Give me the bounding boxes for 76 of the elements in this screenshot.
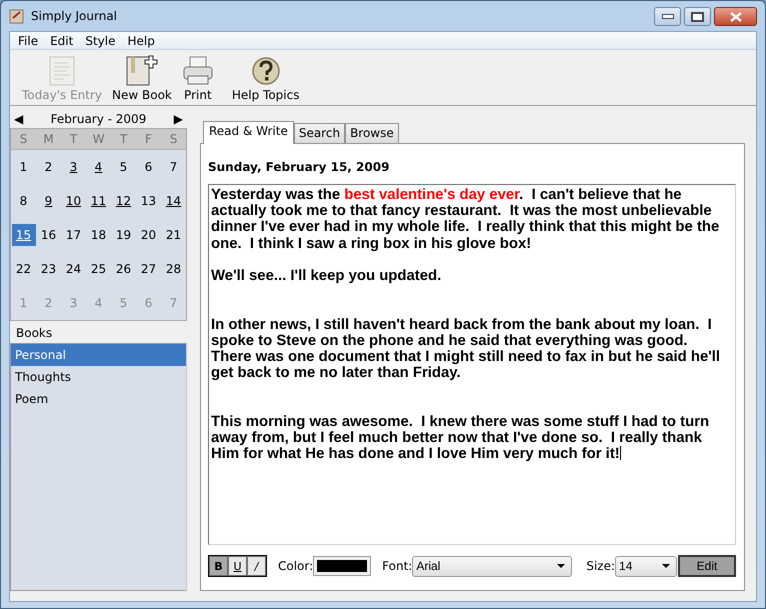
weekday-label: F	[145, 132, 152, 146]
calendar-day[interactable]: 17	[62, 224, 86, 246]
weekday-label: T	[120, 132, 128, 146]
tab[interactable]: Read & Write	[203, 121, 294, 144]
weekday-label: T	[70, 132, 78, 146]
entry-date: Sunday, February 15, 2009	[208, 160, 390, 174]
calendar-day[interactable]: 8	[12, 190, 36, 212]
month-title: February - 2009	[50, 112, 146, 126]
maximize-button[interactable]	[684, 7, 711, 26]
calendar-day[interactable]: 22	[12, 258, 36, 280]
text-cursor	[620, 446, 621, 460]
page-icon	[49, 56, 75, 86]
printer-icon	[182, 56, 214, 86]
notebook-icon	[9, 8, 25, 24]
book-item[interactable]: Poem	[11, 388, 186, 410]
weekday-label: M	[43, 132, 54, 146]
calendar-day[interactable]: 9	[36, 190, 60, 212]
book-item[interactable]: Thoughts	[11, 366, 186, 388]
calendar-day[interactable]: 16	[36, 224, 60, 246]
menu-item[interactable]: Help	[121, 34, 161, 48]
menu-item[interactable]: File	[12, 34, 44, 48]
calendar-day[interactable]: 18	[86, 224, 110, 246]
menu-item[interactable]: Style	[79, 34, 122, 48]
calendar-day[interactable]: 25	[86, 258, 110, 280]
weekday-label: S	[20, 132, 28, 146]
calendar-day[interactable]: 27	[136, 258, 160, 280]
calendar-day[interactable]: 13	[136, 190, 160, 212]
previous-month-button[interactable]: ◀	[14, 112, 24, 126]
calendar-day[interactable]: 10	[62, 190, 86, 212]
edit-button[interactable]: Edit	[678, 555, 736, 577]
color-label: Color:	[278, 559, 314, 573]
book-item[interactable]: Personal	[11, 344, 186, 366]
color-picker[interactable]	[313, 556, 372, 576]
calendar-day[interactable]: 3	[62, 156, 86, 178]
toolbar-button[interactable]: Help Topics	[228, 56, 304, 102]
entry-editor[interactable]	[208, 184, 736, 545]
calendar-day[interactable]: 7	[162, 156, 186, 178]
style-toggle[interactable]: B	[209, 556, 228, 576]
next-month-button[interactable]: ▶	[174, 112, 183, 126]
help-icon	[250, 56, 281, 86]
calendar-day[interactable]: 28	[162, 258, 186, 280]
calendar-day[interactable]: 2	[36, 156, 60, 178]
style-toggle[interactable]: /	[247, 556, 266, 576]
calendar-day[interactable]: 5	[112, 156, 136, 178]
calendar-day[interactable]: 6	[136, 156, 160, 178]
window-title: Simply Journal	[31, 9, 118, 23]
weekday-label: S	[170, 132, 178, 146]
calendar-day[interactable]: 11	[86, 190, 110, 212]
calendar-day[interactable]: 19	[112, 224, 136, 246]
minimize-button[interactable]	[654, 7, 681, 26]
calendar-day[interactable]: 24	[62, 258, 86, 280]
style-toggle[interactable]: U	[228, 556, 247, 576]
tab[interactable]: Search	[294, 123, 346, 143]
calendar-day[interactable]: 15	[12, 224, 36, 246]
close-icon	[728, 12, 742, 22]
size-label: Size:	[586, 559, 616, 573]
toolbar-button[interactable]: Print	[178, 56, 218, 102]
toolbar-button[interactable]: New Book	[108, 54, 176, 102]
tab[interactable]: Browse	[345, 123, 399, 143]
menu-item[interactable]: Edit	[44, 34, 80, 48]
calendar-day[interactable]: 4	[86, 156, 110, 178]
book-plus-icon	[124, 54, 159, 86]
close-button[interactable]	[714, 7, 757, 26]
weekday-label: W	[92, 132, 104, 146]
calendar-day[interactable]: 14	[162, 190, 186, 212]
font-label: Font:	[382, 559, 412, 573]
entry-text: Yesterday was the best valentine's day ever. I can't believe that he actually took me to that fancy restaurant. It was the most unbelievable dinner I've ever had in my whole life. I really think that this might be the one. I think I saw a ring box in his glove box! We'll see... I'll keep you updated. In other news, I still haven't heard back from the bank about my loan. I spoke to Steve on the phone and he said that everything was good. There was one document that I might still need to fax in but he said he'll get back to me no later than Friday. This morning was awesome. I knew there was some stuff I had to turn away from, but I feel much better now that I've done so. I really thank Him for what He has done and I love Him very much for it!	[211, 187, 722, 462]
font-dropdown[interactable]: Arial	[412, 556, 572, 576]
calendar-day[interactable]: 21	[162, 224, 186, 246]
books-label: Books	[15, 325, 54, 342]
calendar-day[interactable]: 20	[136, 224, 160, 246]
size-dropdown[interactable]: 14	[615, 556, 678, 576]
calendar-day[interactable]: 26	[112, 258, 136, 280]
calendar-day[interactable]: 23	[36, 258, 60, 280]
calendar-day[interactable]: 12	[112, 190, 136, 212]
calendar-day[interactable]: 1	[12, 156, 36, 178]
